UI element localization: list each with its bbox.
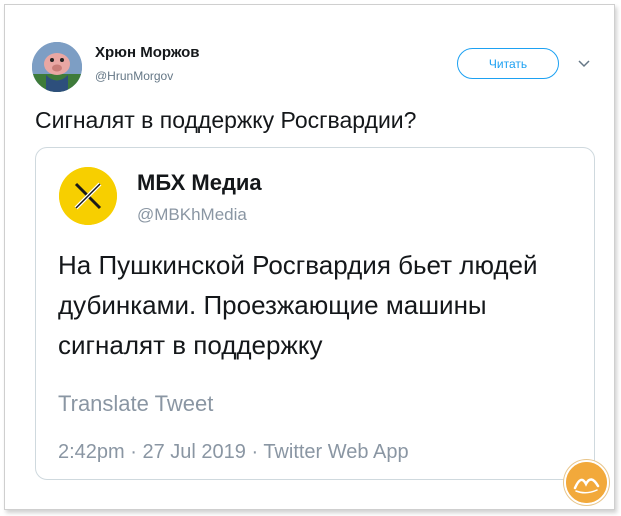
translate-tweet-link[interactable]: Translate Tweet — [58, 391, 213, 417]
quoted-author-avatar[interactable] — [59, 167, 117, 225]
tweet-text: Сигналят в поддержку Росгвардии? — [35, 107, 417, 133]
tweet-screenshot-frame: Хрюн Моржов @HrunMorgov Читать Сигналят … — [4, 4, 615, 510]
chevron-down-icon[interactable] — [577, 57, 591, 71]
quoted-tweet-card[interactable]: МБХ Медиа @MBKhMedia На Пушкинской Росгв… — [35, 147, 595, 480]
author-name[interactable]: Хрюн Моржов — [95, 44, 199, 61]
follow-button[interactable]: Читать — [457, 48, 559, 79]
watermark-logo-icon — [564, 460, 609, 505]
quoted-author-handle[interactable]: @MBKhMedia — [137, 205, 247, 225]
author-handle[interactable]: @HrunMorgov — [95, 69, 173, 83]
author-avatar-image — [32, 42, 82, 92]
watermark-logo-image — [566, 462, 607, 503]
tweet-timestamp-source[interactable]: 2:42pm · 27 Jul 2019 · Twitter Web App — [58, 441, 409, 464]
mbkh-logo-icon — [59, 167, 117, 225]
author-avatar[interactable] — [32, 42, 82, 92]
quoted-author-name[interactable]: МБХ Медиа — [137, 170, 262, 196]
quoted-tweet-text: На Пушкинской Росгвардия бьет людей дуби… — [58, 250, 538, 360]
